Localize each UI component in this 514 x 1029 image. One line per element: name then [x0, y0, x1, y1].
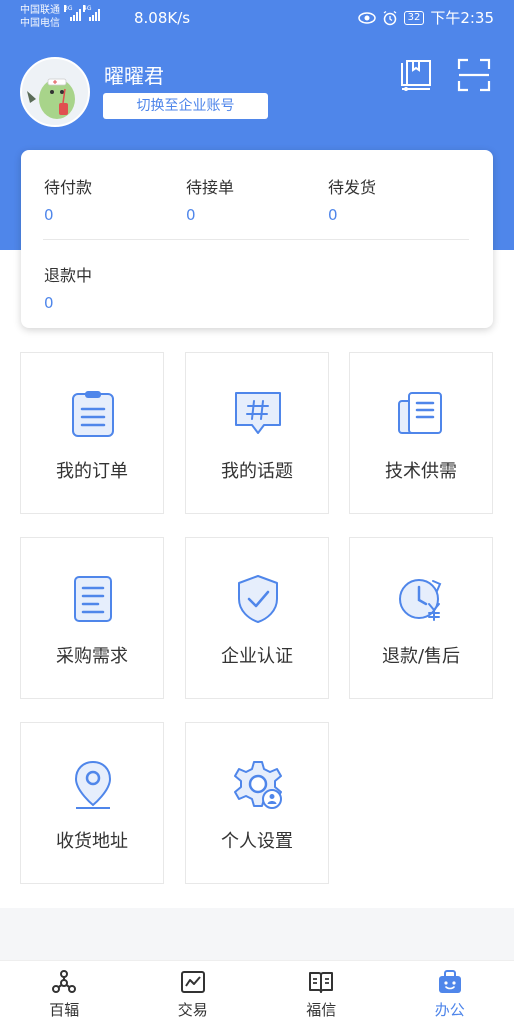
- menu-label: 我的话题: [221, 461, 293, 482]
- menu-label: 技术供需: [385, 461, 457, 482]
- menu-my-topics[interactable]: 我的话题: [185, 352, 329, 514]
- username: 曜曜君: [104, 64, 164, 88]
- signal-indicators: 3G 4G: [64, 5, 100, 21]
- scan-icon[interactable]: [456, 57, 492, 93]
- order-status-card: 待付款 0 待接单 0 待发货 0 退款中 0: [21, 150, 493, 328]
- documents-icon: [398, 392, 442, 434]
- menu-label: 个人设置: [221, 831, 293, 852]
- status-time: 下午2:35: [430, 9, 494, 27]
- order-status-label: 退款中: [44, 266, 93, 285]
- menu-refund-after-sales[interactable]: 退款/售后: [349, 537, 493, 699]
- order-status-label: 待接单: [186, 178, 235, 197]
- user-settings-icon: [234, 761, 282, 809]
- refund-clock-icon: [399, 579, 442, 621]
- ledger-icon[interactable]: [398, 57, 434, 93]
- avatar[interactable]: [20, 57, 90, 127]
- order-status-pending-shipment[interactable]: 待发货 0: [328, 174, 376, 224]
- menu-label: 企业认证: [221, 646, 293, 667]
- order-status-label: 待付款: [44, 178, 93, 197]
- status-bar: 中国联通 中国电信 3G 4G 8.08K/s 32 下午2:35: [0, 0, 514, 36]
- order-status-count: 0: [186, 206, 196, 224]
- order-status-pending-acceptance[interactable]: 待接单 0: [186, 174, 234, 224]
- menu-tech-supply-demand[interactable]: 技术供需: [349, 352, 493, 514]
- alarm-icon: [383, 10, 396, 25]
- menu-label: 收货地址: [56, 831, 128, 852]
- signal-icon: 3G: [64, 5, 81, 21]
- news-icon: [309, 972, 334, 993]
- order-status-count: 0: [44, 294, 54, 312]
- menu-label: 退款/售后: [381, 646, 461, 667]
- tab-fuxin[interactable]: 福信: [257, 961, 386, 1029]
- order-status-count: 0: [328, 206, 338, 224]
- tab-trade[interactable]: 交易: [129, 961, 258, 1029]
- tab-office[interactable]: 办公: [386, 961, 514, 1029]
- carrier-1: 中国联通: [20, 5, 60, 16]
- net-speed: 8.08K/s: [134, 9, 191, 27]
- bottom-tab-bar: 百辐 交易 福信 办公: [0, 960, 514, 1029]
- order-status-pending-payment[interactable]: 待付款 0: [44, 174, 92, 224]
- tab-label: 交易: [177, 1001, 208, 1019]
- menu-label: 采购需求: [56, 646, 128, 667]
- spacer: [0, 908, 514, 960]
- network-icon: [52, 970, 77, 993]
- menu-label: 我的订单: [56, 461, 128, 482]
- tab-label: 办公: [434, 1001, 465, 1019]
- order-status-count: 0: [44, 206, 54, 224]
- topic-icon: [235, 392, 281, 434]
- trade-icon: [180, 971, 205, 993]
- eye-icon: [357, 11, 376, 24]
- menu-purchase-demand[interactable]: 采购需求: [20, 537, 164, 699]
- signal-1-tag: 3G: [64, 5, 73, 12]
- battery-icon: 32: [403, 10, 425, 25]
- purchase-list-icon: [74, 576, 112, 622]
- carrier-info: 中国联通 中国电信: [20, 4, 60, 30]
- menu-my-orders[interactable]: 我的订单: [20, 352, 164, 514]
- clipboard-icon: [72, 391, 114, 437]
- shield-check-icon: [238, 575, 278, 623]
- signal-2-tag: 4G: [83, 5, 92, 12]
- carrier-2: 中国电信: [20, 18, 60, 29]
- signal-icon: 4G: [83, 5, 100, 21]
- divider: [43, 239, 469, 240]
- location-pin-icon: [74, 760, 112, 809]
- office-bag-icon: [438, 970, 461, 993]
- tab-baifu[interactable]: 百辐: [0, 961, 129, 1029]
- tab-label: 百辐: [49, 1001, 80, 1019]
- menu-shipping-address[interactable]: 收货地址: [20, 722, 164, 884]
- status-right: 32 下午2:35: [357, 7, 494, 28]
- menu-enterprise-certification[interactable]: 企业认证: [185, 537, 329, 699]
- tab-label: 福信: [306, 1001, 337, 1019]
- switch-account-button[interactable]: 切换至企业账号: [103, 93, 268, 119]
- menu-personal-settings[interactable]: 个人设置: [185, 722, 329, 884]
- order-status-label: 待发货: [328, 178, 377, 197]
- order-status-refunding[interactable]: 退款中 0: [44, 262, 92, 312]
